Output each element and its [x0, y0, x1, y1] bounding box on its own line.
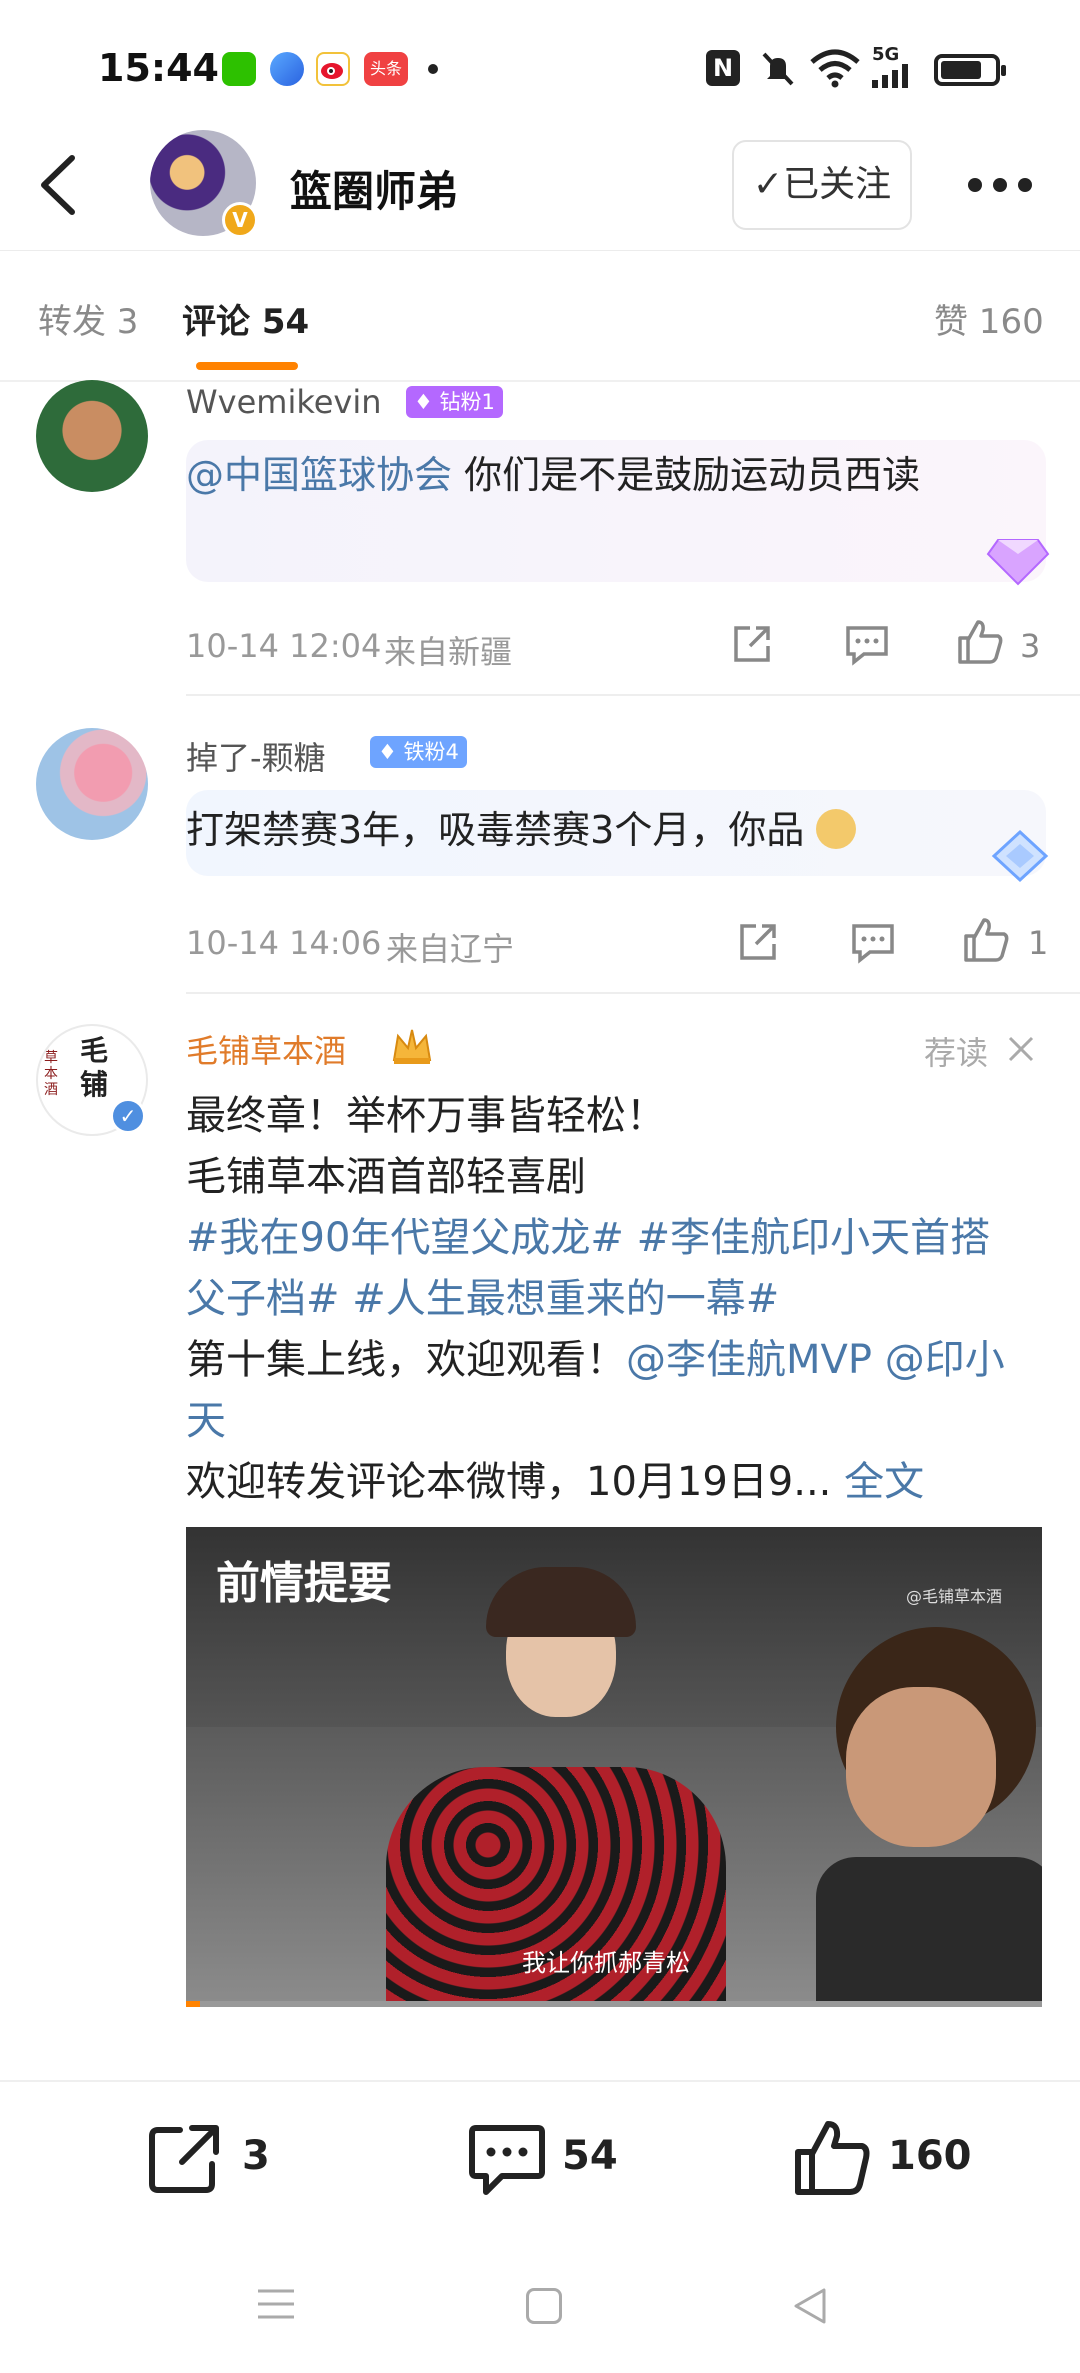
fan-badge: ♦ 铁粉4 [370, 736, 467, 768]
wechat-icon [222, 52, 256, 86]
like-icon[interactable] [962, 916, 1010, 968]
diamond-decoration-icon [986, 530, 1050, 590]
post-line: 毛铺草本酒首部轻喜剧 [186, 1154, 586, 1200]
weibo-icon [316, 52, 350, 86]
close-icon[interactable] [1006, 1034, 1036, 1068]
crown-icon [390, 1026, 434, 1070]
commenter-avatar[interactable] [36, 728, 148, 840]
doge-emoji-icon [816, 809, 857, 849]
toutiao-icon: 头条 [364, 52, 408, 86]
recommend-label: 荐读 [924, 1034, 989, 1072]
fan-badge-label: 铁粉4 [403, 740, 459, 764]
like-count: 160 [888, 2133, 972, 2179]
video-title: 前情提要 [216, 1558, 392, 1609]
repost-count: 3 [242, 2133, 270, 2179]
back-nav-icon[interactable] [790, 2286, 830, 2330]
dot-icon [428, 64, 438, 74]
repost-icon[interactable] [146, 2122, 226, 2200]
video-player[interactable]: 前情提要 @毛铺草本酒 我让你抓郝青松 [186, 1527, 1042, 2007]
brand-name[interactable]: 毛铺草本酒 [186, 1026, 346, 1072]
separator [186, 992, 1080, 994]
follow-button[interactable]: ✓已关注 [732, 140, 912, 230]
wifi-icon [810, 48, 860, 92]
diamond-icon: ♦ [378, 740, 397, 764]
tab-repost[interactable]: 转发 3 [38, 294, 138, 343]
comment-count: 54 [562, 2133, 618, 2179]
topic-link[interactable]: #人生最想重来的一幕# [352, 1276, 779, 1322]
home-icon[interactable] [526, 2288, 562, 2324]
more-icon[interactable] [966, 176, 1034, 198]
comment-location: 来自辽宁 [386, 930, 515, 968]
separator [186, 694, 1080, 696]
video-subtitle: 我让你抓郝青松 [522, 1949, 690, 1977]
like-icon[interactable] [792, 2118, 872, 2202]
comment-time: 10-14 14:06 [186, 924, 382, 962]
mute-icon [758, 50, 798, 92]
comment-body: 打架禁赛3年，吸毒禁赛3个月，你品 [186, 808, 805, 852]
fan-badge-label: 钻粉1 [439, 390, 495, 414]
signal-icon [872, 64, 908, 92]
verified-badge-icon: V [222, 202, 258, 238]
fan-badge: ♦ 钻粉1 [406, 386, 503, 418]
divider [0, 380, 1080, 382]
comment-location: 来自新疆 [384, 633, 513, 671]
comment-time: 10-14 12:04 [186, 627, 382, 665]
diamond-icon: ♦ [414, 390, 433, 414]
post-line: 第十集上线，欢迎观看！ [186, 1337, 626, 1383]
nfc-icon: N [706, 50, 740, 86]
back-icon[interactable] [36, 150, 86, 224]
like-count: 1 [1028, 924, 1049, 962]
brand-logo-subtext: 草本酒 [44, 1050, 58, 1098]
like-count: 3 [1020, 627, 1041, 665]
like-icon[interactable] [956, 618, 1004, 670]
reply-icon[interactable] [850, 922, 896, 968]
verified-badge-icon: ✓ [110, 1098, 146, 1134]
mention-link[interactable]: @李佳航MVP [626, 1337, 872, 1383]
page-title: 篮圈师弟 [290, 167, 459, 216]
commenter-avatar[interactable] [36, 380, 148, 492]
reply-icon[interactable] [844, 624, 890, 670]
share-icon[interactable] [730, 622, 774, 670]
status-time: 15:44 [98, 46, 219, 90]
video-person-left [366, 1567, 726, 2007]
network-label: 5G [872, 44, 900, 65]
comment-text: 打架禁赛3年，吸毒禁赛3个月，你品 [186, 801, 857, 859]
diamond-decoration-icon [990, 828, 1050, 888]
video-person-right [816, 1607, 1042, 2007]
browser-icon [270, 52, 304, 86]
comment-icon[interactable] [468, 2122, 546, 2202]
expand-link[interactable]: 全文 [844, 1459, 924, 1505]
share-icon[interactable] [736, 920, 780, 968]
tab-bar [0, 250, 1080, 380]
status-bar: 15:44 头条 N 5G [0, 0, 1080, 130]
tab-likes[interactable]: 赞 160 [934, 294, 1044, 343]
post-line: 最终章！举杯万事皆轻松！ [186, 1093, 666, 1139]
video-watermark: @毛铺草本酒 [906, 1587, 1003, 1606]
post-line: 欢迎转发评论本微博，10月19日9... [186, 1459, 832, 1505]
comment-body: 你们是不是鼓励运动员西读 [452, 453, 921, 497]
video-progress-track [186, 2001, 1042, 2007]
commenter-name[interactable]: Wvemikevin [186, 383, 382, 421]
tab-comments[interactable]: 评论 54 [182, 294, 309, 343]
mention-link[interactable]: @中国篮球协会 [186, 453, 452, 497]
video-progress-fill [186, 2001, 200, 2007]
commenter-name[interactable]: 掉了-颗糖 [186, 733, 326, 779]
comment-text: @中国篮球协会 你们是不是鼓励运动员西读 [186, 446, 1006, 504]
menu-icon[interactable] [258, 2288, 294, 2324]
topic-link[interactable]: #我在90年代望父成龙# [186, 1215, 624, 1261]
battery-icon [934, 54, 1006, 86]
brand-logo-text: 毛铺 [79, 1034, 108, 1101]
active-tab-indicator [196, 362, 298, 370]
post-text: 最终章！举杯万事皆轻松！ 毛铺草本酒首部轻喜剧 #我在90年代望父成龙# #李佳… [186, 1086, 1026, 1513]
